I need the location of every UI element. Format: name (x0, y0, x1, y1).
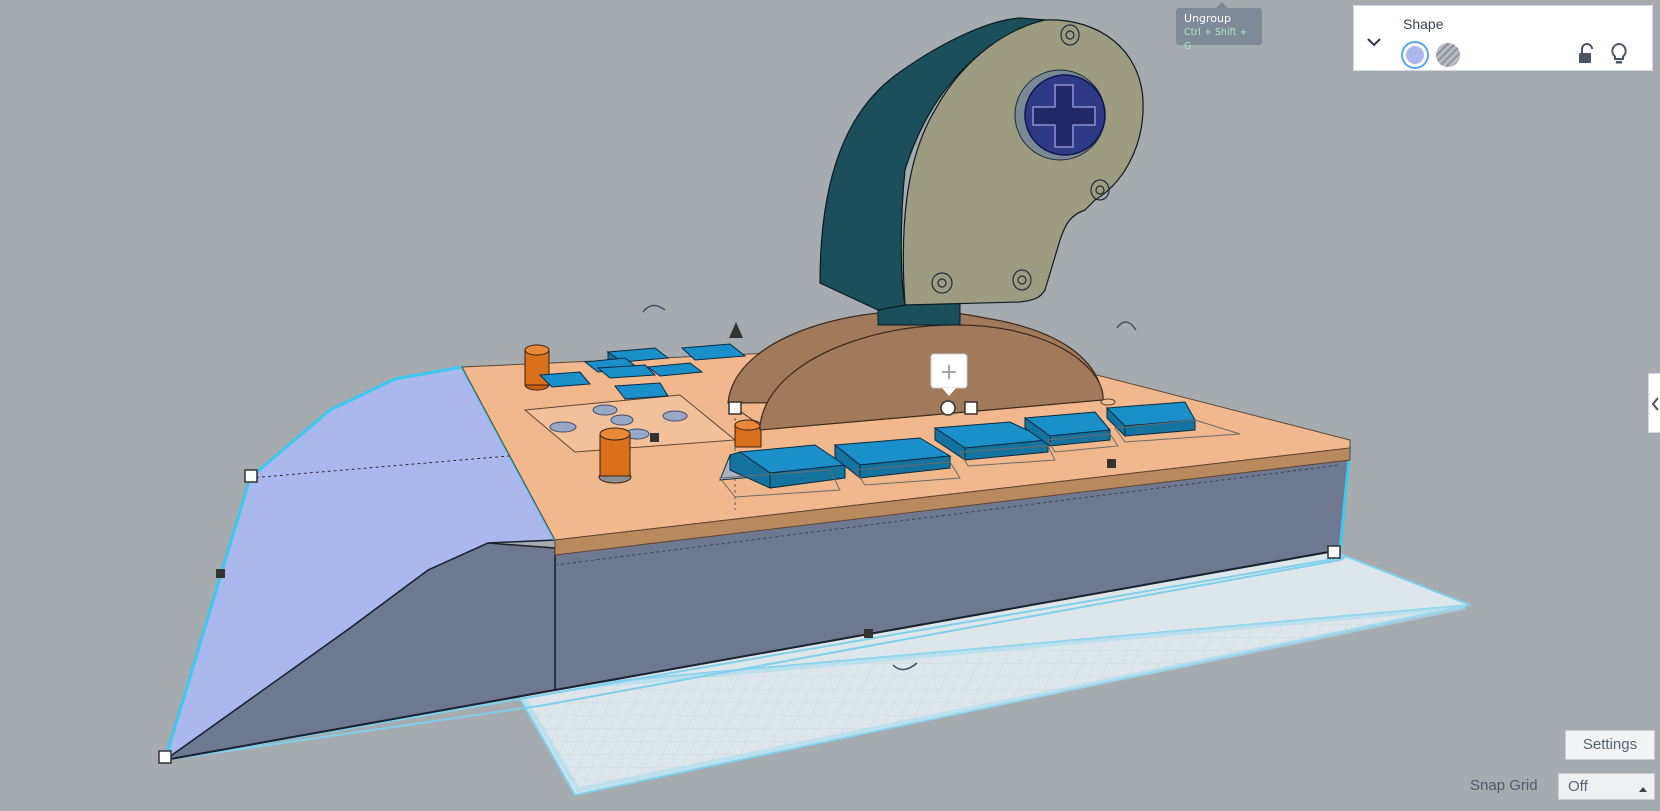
ungroup-tooltip: Ungroup Ctrl + Shift + G (1176, 2, 1262, 52)
lock-icon[interactable] (1576, 43, 1596, 65)
add-icon-glyph: + (940, 360, 958, 385)
inspector-title: Shape (1403, 16, 1444, 32)
3d-viewport[interactable]: + (0, 0, 1660, 807)
solid-color-fill (1406, 46, 1424, 64)
hole-swatch[interactable] (1436, 43, 1460, 67)
panel-expand-tab[interactable] (1648, 373, 1660, 433)
solid-color-swatch[interactable] (1401, 41, 1429, 69)
snap-grid-value: Off (1568, 778, 1588, 795)
snap-grid-label: Snap Grid (1470, 777, 1538, 794)
chevron-down-icon[interactable] (1364, 32, 1384, 52)
tooltip-title: Ungroup (1184, 12, 1231, 25)
settings-button[interactable]: Settings (1565, 730, 1655, 760)
shape-inspector-panel: Shape (1353, 5, 1653, 71)
lightbulb-icon[interactable] (1609, 42, 1629, 66)
caret-up-icon (1638, 781, 1648, 800)
snap-grid-select[interactable]: Off (1558, 773, 1655, 800)
tooltip-shortcut: Ctrl + Shift + G (1184, 27, 1248, 52)
